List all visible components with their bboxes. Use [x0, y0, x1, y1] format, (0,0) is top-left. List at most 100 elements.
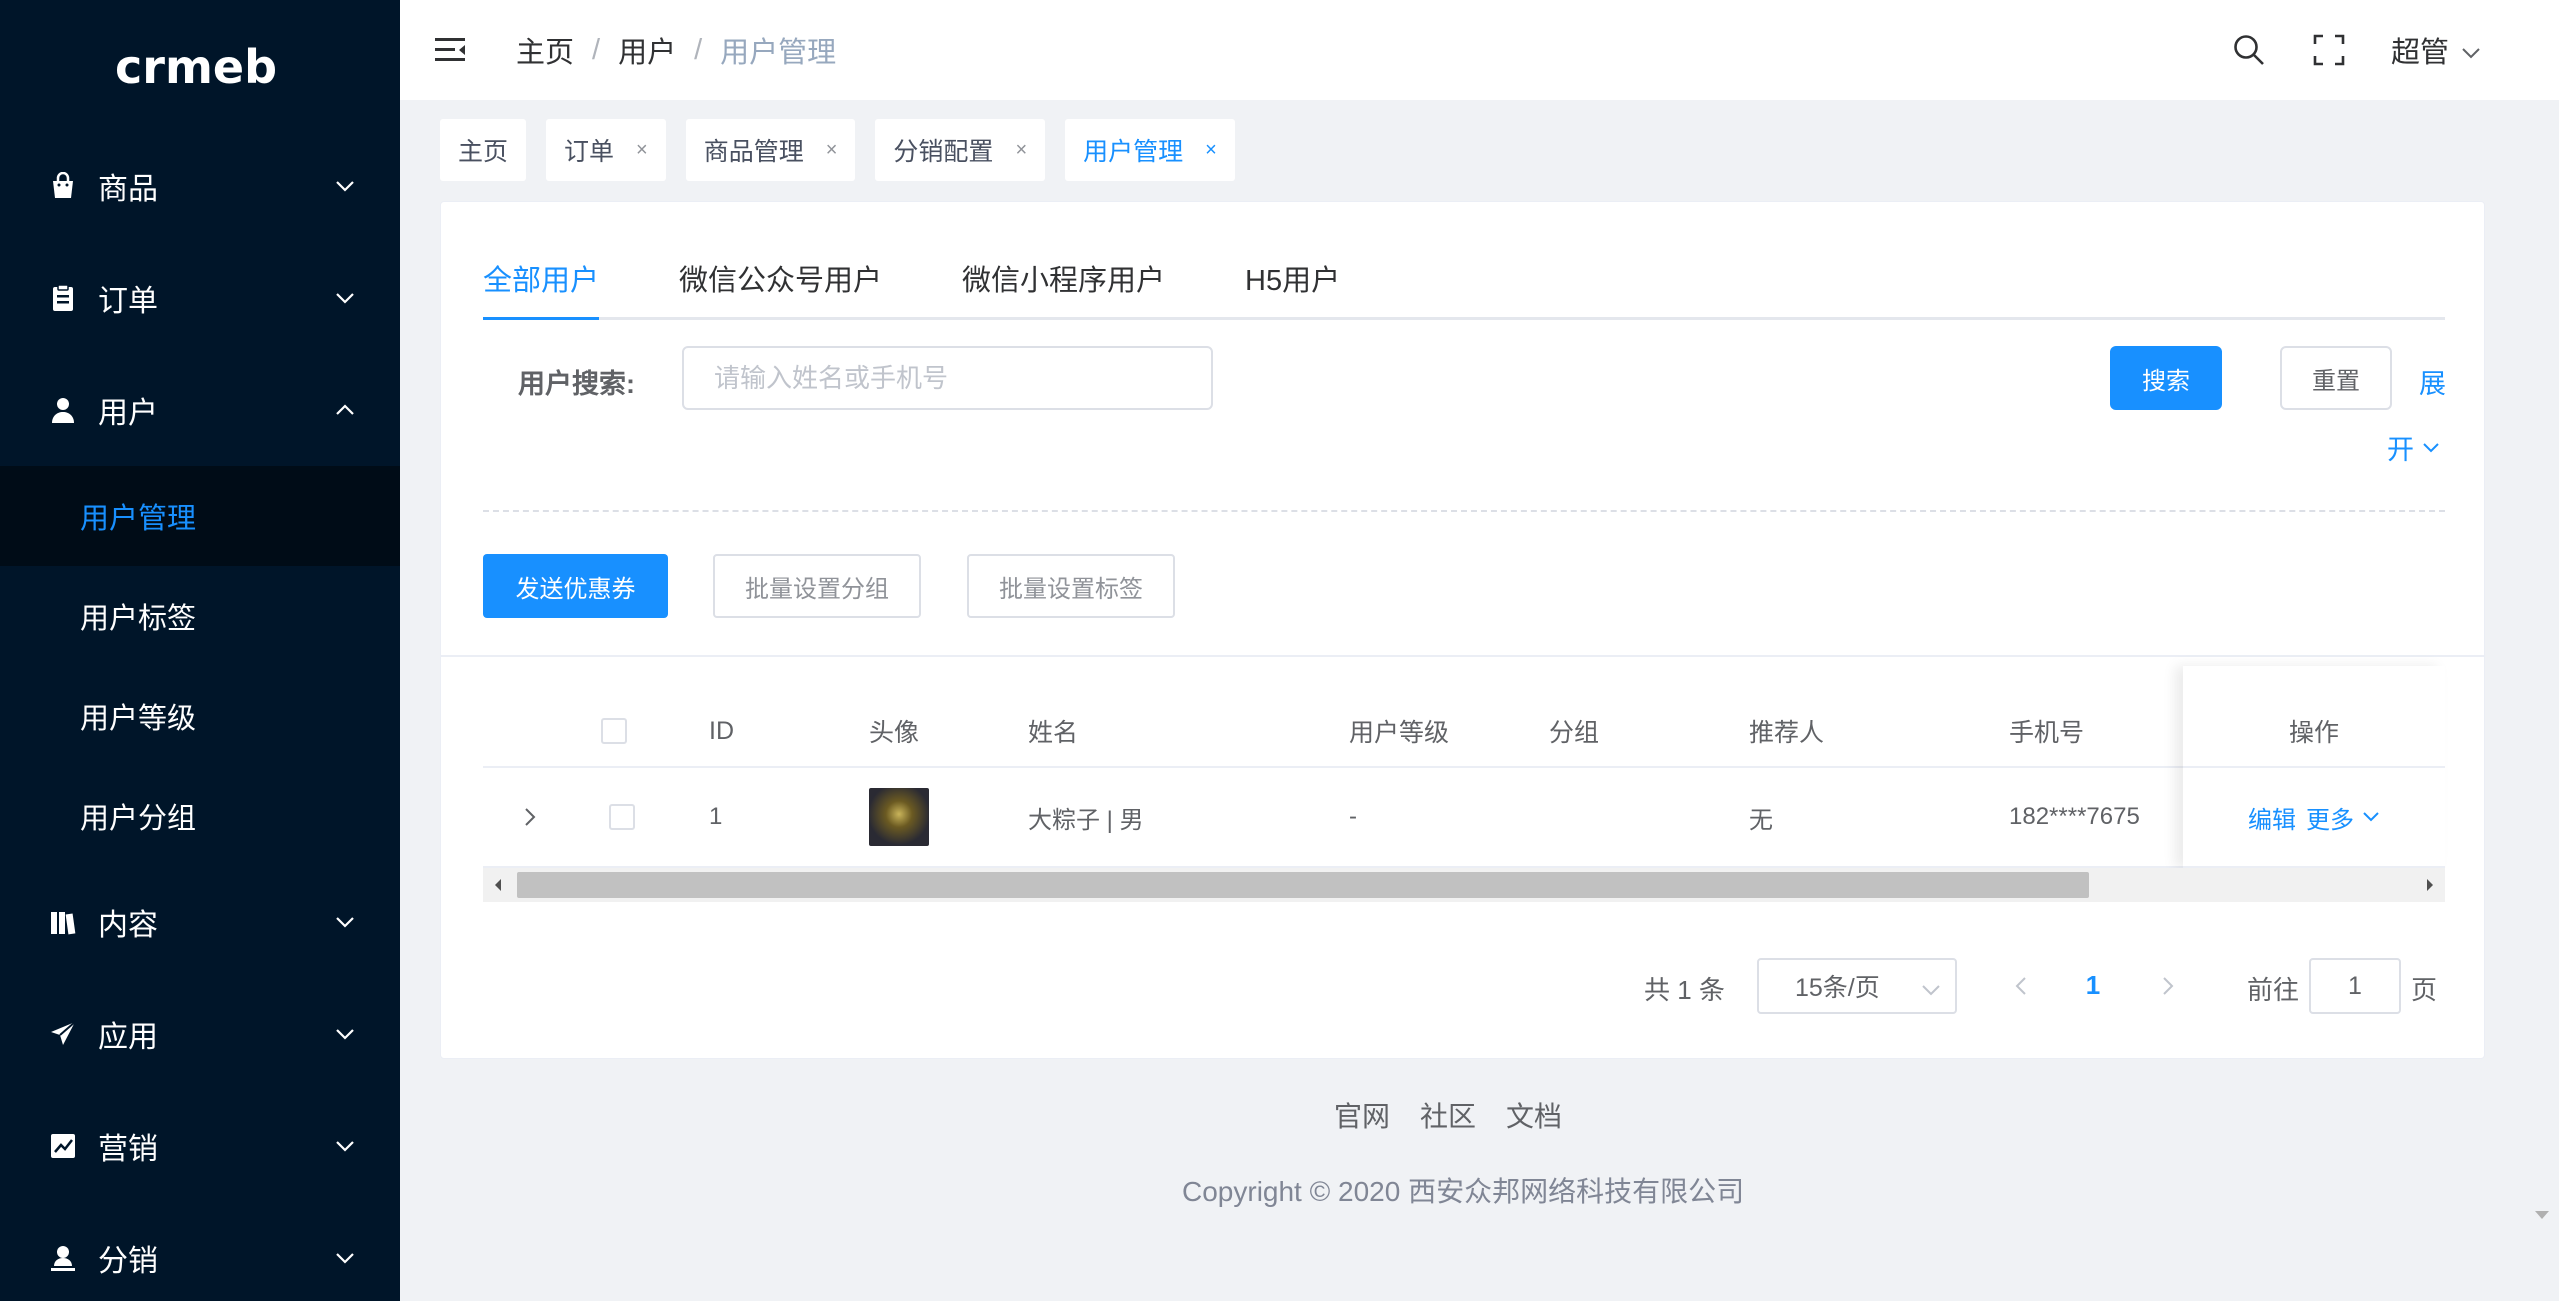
tag-orders[interactable]: 订单 ×	[546, 119, 666, 181]
logo[interactable]: crmeb	[0, 0, 400, 130]
user-icon	[48, 395, 78, 425]
batch-set-group-button[interactable]: 批量设置分组	[713, 554, 921, 618]
sidebar-item-marketing[interactable]: 营销	[0, 1090, 400, 1202]
users-table: ID 头像 姓名 用户等级 分组 推荐人 手机号 1 大粽子 | 男 - 无 1…	[483, 666, 2445, 868]
tag-user-management[interactable]: 用户管理 ×	[1065, 119, 1235, 181]
breadcrumb: 主页 / 用户 / 用户管理	[516, 29, 836, 71]
chevron-down-icon	[330, 283, 360, 313]
close-icon[interactable]: ×	[826, 139, 838, 162]
expand-row-icon[interactable]	[523, 806, 537, 828]
close-icon[interactable]: ×	[636, 139, 648, 162]
chevron-down-icon	[330, 1243, 360, 1273]
sidebar-item-label: 用户	[98, 397, 158, 430]
svg-text:crmeb: crmeb	[115, 40, 277, 94]
cell-name: 大粽子 | 男	[1028, 806, 1144, 834]
sidebar-subitem-user-levels[interactable]: 用户等级	[0, 666, 400, 766]
reset-button[interactable]: 重置	[2280, 346, 2392, 410]
sidebar-subitem-user-tags[interactable]: 用户标签	[0, 566, 400, 666]
expand-label: 开	[2387, 435, 2414, 465]
prev-page-icon[interactable]	[2001, 966, 2041, 1006]
sidebar-item-apps[interactable]: 应用	[0, 978, 400, 1090]
sidebar-item-users[interactable]: 用户	[0, 354, 400, 466]
scroll-right-icon[interactable]	[2415, 868, 2445, 902]
copyright: Copyright © 2020 西安众邦网络科技有限公司	[1182, 1176, 1745, 1207]
table-row[interactable]: 1 大粽子 | 男 - 无 182****7675	[483, 768, 2445, 868]
column-header-actions: 操作	[2183, 666, 2445, 768]
tab-h5-users[interactable]: H5用户	[1245, 257, 1340, 317]
sidebar-subitem-user-groups[interactable]: 用户分组	[0, 766, 400, 866]
select-all-checkbox[interactable]	[601, 718, 627, 744]
tag-goods-management[interactable]: 商品管理 ×	[685, 119, 856, 181]
send-coupon-button[interactable]: 发送优惠券	[483, 554, 668, 618]
column-header-id: ID	[709, 716, 734, 745]
tag-label: 用户管理	[1083, 138, 1184, 166]
tag-home[interactable]: 主页	[440, 119, 527, 181]
search-input[interactable]	[682, 346, 1213, 410]
expand-toggle[interactable]: 展	[2419, 362, 2446, 401]
sidebar-subitem-user-management[interactable]: 用户管理	[0, 466, 400, 566]
avatar[interactable]	[869, 788, 929, 846]
checkbox[interactable]	[609, 804, 635, 830]
footer-link-official-site[interactable]: 官网	[1334, 1095, 1390, 1135]
sidebar-item-distribution[interactable]: 分销	[0, 1202, 400, 1301]
tab-wechat-miniprogram-users[interactable]: 微信小程序用户	[962, 257, 1165, 317]
sidebar-item-goods[interactable]: 商品	[0, 130, 400, 242]
chevron-down-icon	[2422, 442, 2440, 454]
shopping-bag-icon	[48, 171, 78, 201]
sidebar-item-label: 商品	[98, 173, 158, 206]
footer-links: 官网 社区 文档	[1334, 1095, 1592, 1135]
page-size-select[interactable]: 15条/页	[1757, 958, 1957, 1014]
column-header-level: 用户等级	[1349, 719, 1450, 747]
sidebar-item-orders[interactable]: 订单	[0, 242, 400, 354]
close-icon[interactable]: ×	[1205, 139, 1217, 162]
tag-distribution-config[interactable]: 分销配置 ×	[875, 119, 1046, 181]
breadcrumb-users[interactable]: 用户	[618, 29, 676, 71]
expand-toggle-line2[interactable]: 开	[2387, 428, 2440, 467]
user-dropdown[interactable]: 超管	[2391, 29, 2481, 71]
chevron-down-icon	[330, 1019, 360, 1049]
footer-link-docs[interactable]: 文档	[1506, 1095, 1562, 1135]
batch-set-tag-button[interactable]: 批量设置标签	[967, 554, 1175, 618]
more-dropdown[interactable]: 更多	[2306, 800, 2380, 835]
table-header: ID 头像 姓名 用户等级 分组 推荐人 手机号	[483, 696, 2445, 768]
edit-link[interactable]: 编辑	[2248, 800, 2296, 835]
scroll-left-icon[interactable]	[483, 868, 513, 902]
sidebar: crmeb 商品 订单 用户 用户管理 用户标签 用户等级 用户分组 内容 应用…	[0, 0, 400, 1301]
paper-plane-icon	[48, 1019, 78, 1049]
crmeb-logo-icon: crmeb	[115, 40, 277, 94]
checkbox[interactable]	[601, 718, 627, 744]
next-page-icon[interactable]	[2148, 966, 2188, 1006]
column-header-avatar: 头像	[869, 719, 920, 747]
column-header-name: 姓名	[1028, 719, 1079, 747]
person-badge-icon	[48, 1243, 78, 1273]
goto-page-input[interactable]	[2309, 958, 2401, 1014]
menu-collapse-icon[interactable]	[432, 32, 468, 68]
chevron-up-icon	[330, 395, 360, 425]
tag-label: 商品管理	[703, 138, 804, 166]
chevron-down-icon	[2461, 34, 2481, 67]
user-submenu: 用户管理 用户标签 用户等级 用户分组	[0, 466, 400, 866]
cell-avatar[interactable]	[869, 788, 929, 846]
chevron-down-icon	[330, 171, 360, 201]
sidebar-item-content[interactable]: 内容	[0, 866, 400, 978]
footer-link-community[interactable]: 社区	[1420, 1095, 1476, 1135]
pagination-total: 共 1 条	[1644, 975, 1725, 1005]
fixed-actions-column: 操作 编辑 更多	[2183, 666, 2445, 868]
search-button[interactable]: 搜索	[2110, 346, 2222, 410]
fullscreen-icon[interactable]	[2311, 32, 2347, 68]
scrollbar-thumb[interactable]	[517, 872, 2089, 898]
more-label: 更多	[2306, 806, 2354, 834]
tab-wechat-official-users[interactable]: 微信公众号用户	[679, 257, 882, 317]
tab-all-users[interactable]: 全部用户	[483, 257, 600, 320]
breadcrumb-home[interactable]: 主页	[516, 29, 574, 71]
close-icon[interactable]: ×	[1015, 139, 1027, 162]
table-horizontal-scrollbar[interactable]	[483, 868, 2445, 902]
page-scroll-down-icon[interactable]	[2532, 1208, 2552, 1222]
chevron-down-icon	[330, 907, 360, 937]
page-size-value: 15条/页	[1795, 974, 1880, 1002]
row-checkbox[interactable]	[609, 804, 635, 830]
book-icon	[48, 907, 78, 937]
search-icon[interactable]	[2231, 32, 2267, 68]
page-number-current[interactable]: 1	[2073, 970, 2113, 1001]
main-card: 全部用户 微信公众号用户 微信小程序用户 H5用户 用户搜索: 搜索 重置 展 …	[440, 201, 2485, 1059]
